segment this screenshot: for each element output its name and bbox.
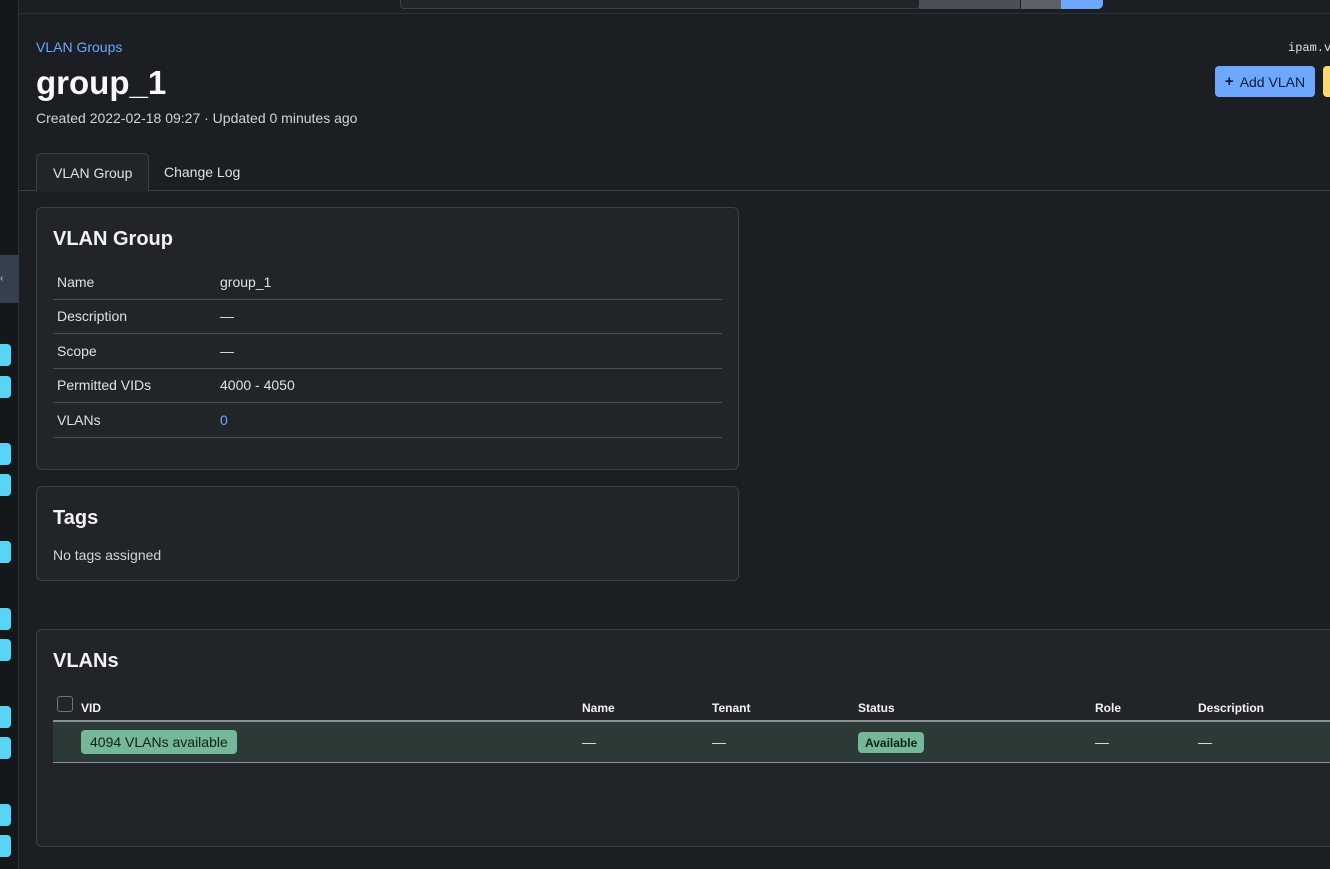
sidebar-add-button[interactable] <box>0 344 11 366</box>
card-title: VLANs <box>53 650 119 672</box>
attr-key: VLANs <box>57 411 101 428</box>
chevron-icon: ‹ <box>0 273 4 284</box>
card-title: Tags <box>53 507 99 529</box>
attr-key: Scope <box>57 342 97 359</box>
search-clear-button[interactable] <box>1021 0 1061 9</box>
sidebar-add-button[interactable] <box>0 541 11 563</box>
attr-key: Permitted VIDs <box>57 377 152 394</box>
attr-value: 4000 - 4050 <box>220 377 295 394</box>
tags-card: Tags No tags assigned <box>36 486 739 581</box>
table-row: Name group_1 <box>53 265 722 300</box>
table-row: Permitted VIDs 4000 - 4050 <box>53 369 722 403</box>
edit-button[interactable] <box>1323 66 1330 97</box>
sidebar-active-section[interactable]: ‹ <box>0 255 19 303</box>
sidebar-add-button[interactable] <box>0 443 11 465</box>
sidebar-import-button[interactable] <box>0 737 11 759</box>
sidebar-import-button[interactable] <box>0 474 11 496</box>
add-vlan-button[interactable]: + Add VLAN <box>1215 66 1315 97</box>
cell-description: — <box>1198 734 1212 750</box>
top-bar <box>19 0 1330 14</box>
attributes-table: Name group_1 Description — Scope — Permi… <box>53 265 722 438</box>
attr-value: group_1 <box>220 273 272 290</box>
attr-value: — <box>220 308 234 325</box>
card-title: VLAN Group <box>53 228 173 250</box>
cell-role: — <box>1095 734 1109 750</box>
sidebar-import-button[interactable] <box>0 376 11 398</box>
search-filter-button[interactable] <box>919 0 1020 9</box>
vlan-count-link[interactable]: 0 <box>220 412 228 428</box>
sidebar-import-button[interactable] <box>0 639 11 661</box>
breadcrumb[interactable]: VLAN Groups <box>36 39 122 55</box>
attr-value: — <box>220 342 234 359</box>
table-row: VLANs 0 <box>53 403 722 438</box>
table-header: VID Name Tenant Status Role Description <box>53 694 1330 722</box>
search-input[interactable] <box>400 0 920 9</box>
available-vlans-button[interactable]: 4094 VLANs available <box>81 730 237 754</box>
tab-bar: VLAN Group Change Log <box>19 153 1330 192</box>
vlans-table: VID Name Tenant Status Role Description … <box>53 694 1330 763</box>
tab-vlan-group[interactable]: VLAN Group <box>36 153 150 192</box>
column-header-status[interactable]: Status <box>858 701 895 715</box>
column-header-tenant[interactable]: Tenant <box>712 701 750 715</box>
page-meta: Created 2022-02-18 09:27 · Updated 0 min… <box>36 110 358 126</box>
select-all-checkbox[interactable] <box>57 696 73 712</box>
sidebar: ‹ <box>0 0 19 869</box>
column-header-vid[interactable]: VID <box>81 701 101 715</box>
sidebar-add-button[interactable] <box>0 608 11 630</box>
plus-icon: + <box>1224 73 1234 90</box>
attr-key: Description <box>57 308 128 325</box>
table-row: Description — <box>53 300 722 334</box>
sidebar-add-button[interactable] <box>0 804 11 826</box>
status-badge: Available <box>858 732 925 753</box>
table-row: 4094 VLANs available — — Available — — <box>53 722 1330 763</box>
cell-tenant: — <box>712 734 726 750</box>
sidebar-add-button[interactable] <box>0 706 11 728</box>
object-identifier: ipam.vlangroup:1 <box>1288 41 1330 55</box>
empty-tags-message: No tags assigned <box>53 547 162 563</box>
table-row: Scope — <box>53 334 722 369</box>
vlans-card: VLANs VID Name Tenant Status Role Descri… <box>36 629 1330 847</box>
add-vlan-label: Add VLAN <box>1239 73 1306 90</box>
column-header-role[interactable]: Role <box>1095 701 1121 715</box>
sidebar-import-button[interactable] <box>0 835 11 857</box>
column-header-name[interactable]: Name <box>582 701 615 715</box>
page-title: group_1 <box>36 64 167 101</box>
search-submit-button[interactable] <box>1061 0 1103 9</box>
column-header-description[interactable]: Description <box>1198 701 1264 715</box>
cell-name: — <box>582 734 596 750</box>
attr-key: Name <box>57 273 95 290</box>
main-content: VLAN Groups ipam.vlangroup:1 group_1 Cre… <box>19 14 1330 869</box>
vlan-group-card: VLAN Group Name group_1 Description — Sc… <box>36 207 739 470</box>
tab-change-log[interactable]: Change Log <box>148 153 256 191</box>
